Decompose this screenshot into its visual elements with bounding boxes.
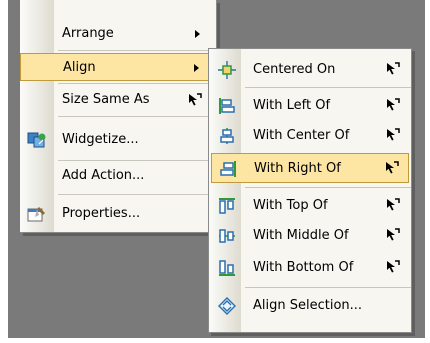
menu-separator — [245, 187, 411, 188]
submenu-item-label: Centered On — [253, 62, 336, 77]
cursor-pointer-icon — [188, 93, 202, 107]
menu-separator — [58, 194, 216, 195]
align-top-icon — [218, 197, 236, 215]
submenu-item-label: With Bottom Of — [253, 260, 354, 275]
properties-icon — [27, 205, 47, 223]
align-submenu: Centered On With Left Of With Center Of … — [208, 48, 412, 333]
cursor-pointer-icon — [386, 198, 400, 212]
cursor-pointer-icon — [386, 98, 400, 112]
submenu-item-label: With Right Of — [254, 161, 341, 176]
menu-item-size-same-as[interactable]: Size Same As — [20, 86, 216, 114]
menu-item-widgetize[interactable]: Widgetize... — [20, 126, 216, 154]
align-selection-icon — [218, 297, 236, 315]
align-left-icon — [218, 97, 236, 115]
submenu-item-with-left-of[interactable]: With Left Of — [211, 91, 409, 121]
menu-separator — [58, 116, 216, 117]
submenu-item-with-middle-of[interactable]: With Middle Of — [211, 221, 409, 251]
submenu-arrow-icon — [195, 30, 200, 38]
menu-item-label: Align — [63, 60, 96, 75]
context-menu: Arrange Align Size Same As Widgetize... … — [20, 0, 217, 233]
submenu-item-label: With Top Of — [253, 198, 328, 213]
submenu-item-label: With Center Of — [253, 128, 350, 143]
submenu-item-label: Align Selection... — [253, 298, 363, 313]
submenu-item-align-selection[interactable]: Align Selection... — [211, 291, 409, 321]
submenu-item-with-top-of[interactable]: With Top Of — [211, 191, 409, 221]
screenshot-canvas: Arrange Align Size Same As Widgetize... … — [0, 0, 430, 343]
menu-item-label: Size Same As — [62, 92, 150, 107]
align-right-icon — [219, 160, 237, 178]
menu-item-label: Arrange — [62, 26, 114, 41]
menu-item-align[interactable]: Align — [20, 53, 216, 81]
widgetize-icon — [27, 131, 47, 149]
align-bottom-icon — [218, 259, 236, 277]
cursor-pointer-icon — [386, 228, 400, 242]
menu-separator — [58, 50, 216, 51]
menu-item-arrange[interactable]: Arrange — [20, 20, 216, 48]
submenu-item-label: With Middle Of — [253, 228, 349, 243]
submenu-arrow-icon — [194, 64, 199, 72]
submenu-item-label: With Left Of — [253, 98, 331, 113]
menu-separator — [58, 83, 216, 84]
centered-on-icon — [218, 61, 236, 79]
submenu-item-with-bottom-of[interactable]: With Bottom Of — [211, 253, 409, 283]
menu-item-properties[interactable]: Properties... — [20, 200, 216, 228]
menu-separator — [245, 287, 411, 288]
cursor-pointer-icon — [385, 161, 399, 175]
menu-item-label: Properties... — [62, 206, 141, 221]
menu-item-add-action[interactable]: Add Action... — [20, 162, 216, 190]
align-middle-icon — [218, 227, 236, 245]
menu-separator — [245, 87, 411, 88]
menu-item-label: Add Action... — [62, 168, 145, 183]
cursor-pointer-icon — [386, 62, 400, 76]
submenu-item-with-right-of[interactable]: With Right Of — [211, 153, 409, 183]
submenu-item-centered-on[interactable]: Centered On — [211, 55, 409, 85]
cursor-pointer-icon — [386, 128, 400, 142]
menu-separator — [58, 160, 216, 161]
menu-item-label: Widgetize... — [62, 132, 139, 147]
align-center-icon — [218, 127, 236, 145]
cursor-pointer-icon — [386, 260, 400, 274]
submenu-item-with-center-of[interactable]: With Center Of — [211, 121, 409, 151]
